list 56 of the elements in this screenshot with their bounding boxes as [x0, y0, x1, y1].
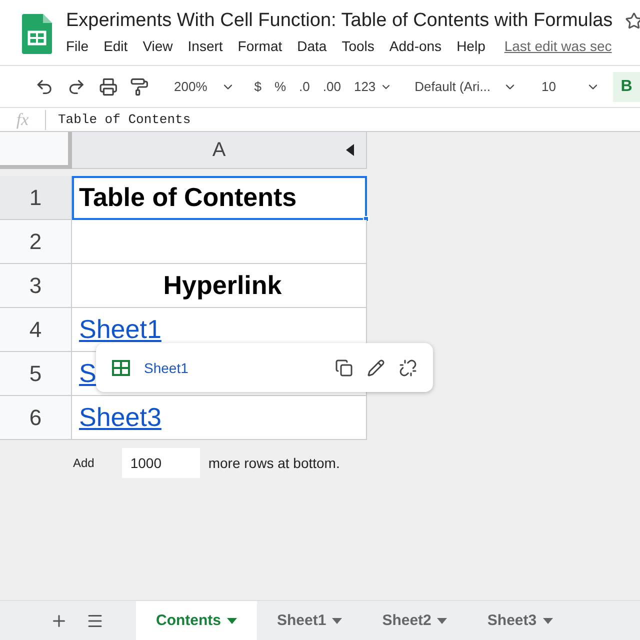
- sheet-tab[interactable]: Sheet1: [257, 600, 362, 640]
- caret-icon[interactable]: [437, 618, 448, 624]
- row-header[interactable]: 6: [0, 396, 72, 440]
- menu-item[interactable]: Tools: [342, 38, 374, 54]
- bold-button[interactable]: B: [613, 72, 640, 102]
- column-header[interactable]: A: [72, 132, 367, 169]
- star-icon[interactable]: [624, 12, 640, 30]
- currency-button[interactable]: $: [254, 79, 262, 94]
- document-title[interactable]: Experiments With Cell Function: Table of Contents with Formulas: [66, 10, 613, 32]
- menu-item[interactable]: Edit: [104, 38, 128, 54]
- table-cell[interactable]: Hyperlink: [72, 264, 367, 308]
- menu-item[interactable]: Help: [456, 38, 486, 54]
- menu-item[interactable]: Data: [297, 38, 327, 54]
- table-cell[interactable]: Sheet3: [72, 396, 367, 440]
- collapse-arrow-icon[interactable]: [346, 144, 354, 156]
- menu-item[interactable]: Format: [238, 38, 282, 54]
- sheet-link[interactable]: Sheet3: [79, 402, 162, 433]
- edit-icon[interactable]: [367, 358, 385, 376]
- last-edit-link[interactable]: Last edit was sec: [504, 38, 612, 54]
- percent-button[interactable]: %: [274, 79, 286, 94]
- sheet-grid-icon: [112, 360, 130, 376]
- font-size-dropdown[interactable]: 10: [542, 79, 600, 94]
- menu-item[interactable]: Insert: [188, 38, 223, 54]
- row-count-field[interactable]: 1000: [122, 448, 200, 478]
- add-rows-label: more rows at bottom.: [208, 455, 340, 471]
- sheet-tab[interactable]: Contents: [136, 600, 257, 640]
- row-header[interactable]: 1: [0, 176, 72, 220]
- menu-item[interactable]: File: [66, 38, 89, 54]
- print-icon[interactable]: [98, 76, 118, 96]
- font-dropdown[interactable]: Default (Ari...: [414, 79, 517, 94]
- row-header[interactable]: 2: [0, 220, 72, 264]
- row-header[interactable]: 5: [0, 352, 72, 396]
- sheet-link[interactable]: Sheet1: [79, 314, 162, 345]
- fx-label: fx: [0, 110, 46, 130]
- menu-item[interactable]: View: [142, 38, 173, 54]
- row-header[interactable]: 3: [0, 264, 72, 308]
- copy-icon[interactable]: [335, 358, 353, 376]
- add-rows-button[interactable]: Add: [73, 456, 114, 470]
- paint-roller-icon[interactable]: [130, 76, 149, 96]
- caret-icon[interactable]: [542, 618, 553, 624]
- popup-sheet-link[interactable]: Sheet1: [144, 360, 321, 376]
- zoom-dropdown[interactable]: 200%: [174, 79, 236, 94]
- unlink-icon[interactable]: [399, 358, 417, 376]
- sheet-tab[interactable]: Sheet3: [467, 600, 573, 640]
- menu-item[interactable]: Add-ons: [389, 38, 442, 54]
- caret-icon[interactable]: [332, 618, 342, 624]
- table-cell[interactable]: Table of Contents: [72, 176, 367, 220]
- sheet-link[interactable]: S: [79, 358, 96, 389]
- decrease-decimal-button[interactable]: .0: [299, 79, 310, 94]
- sheet-tab[interactable]: Sheet2: [362, 600, 468, 640]
- number-format-dropdown[interactable]: 123: [354, 79, 392, 94]
- formula-value[interactable]: Table of Contents: [46, 112, 191, 127]
- sheets-logo-icon: [22, 14, 52, 54]
- increase-decimal-button[interactable]: .00: [322, 79, 341, 94]
- caret-icon[interactable]: [227, 618, 237, 624]
- row-header[interactable]: 4: [0, 308, 72, 352]
